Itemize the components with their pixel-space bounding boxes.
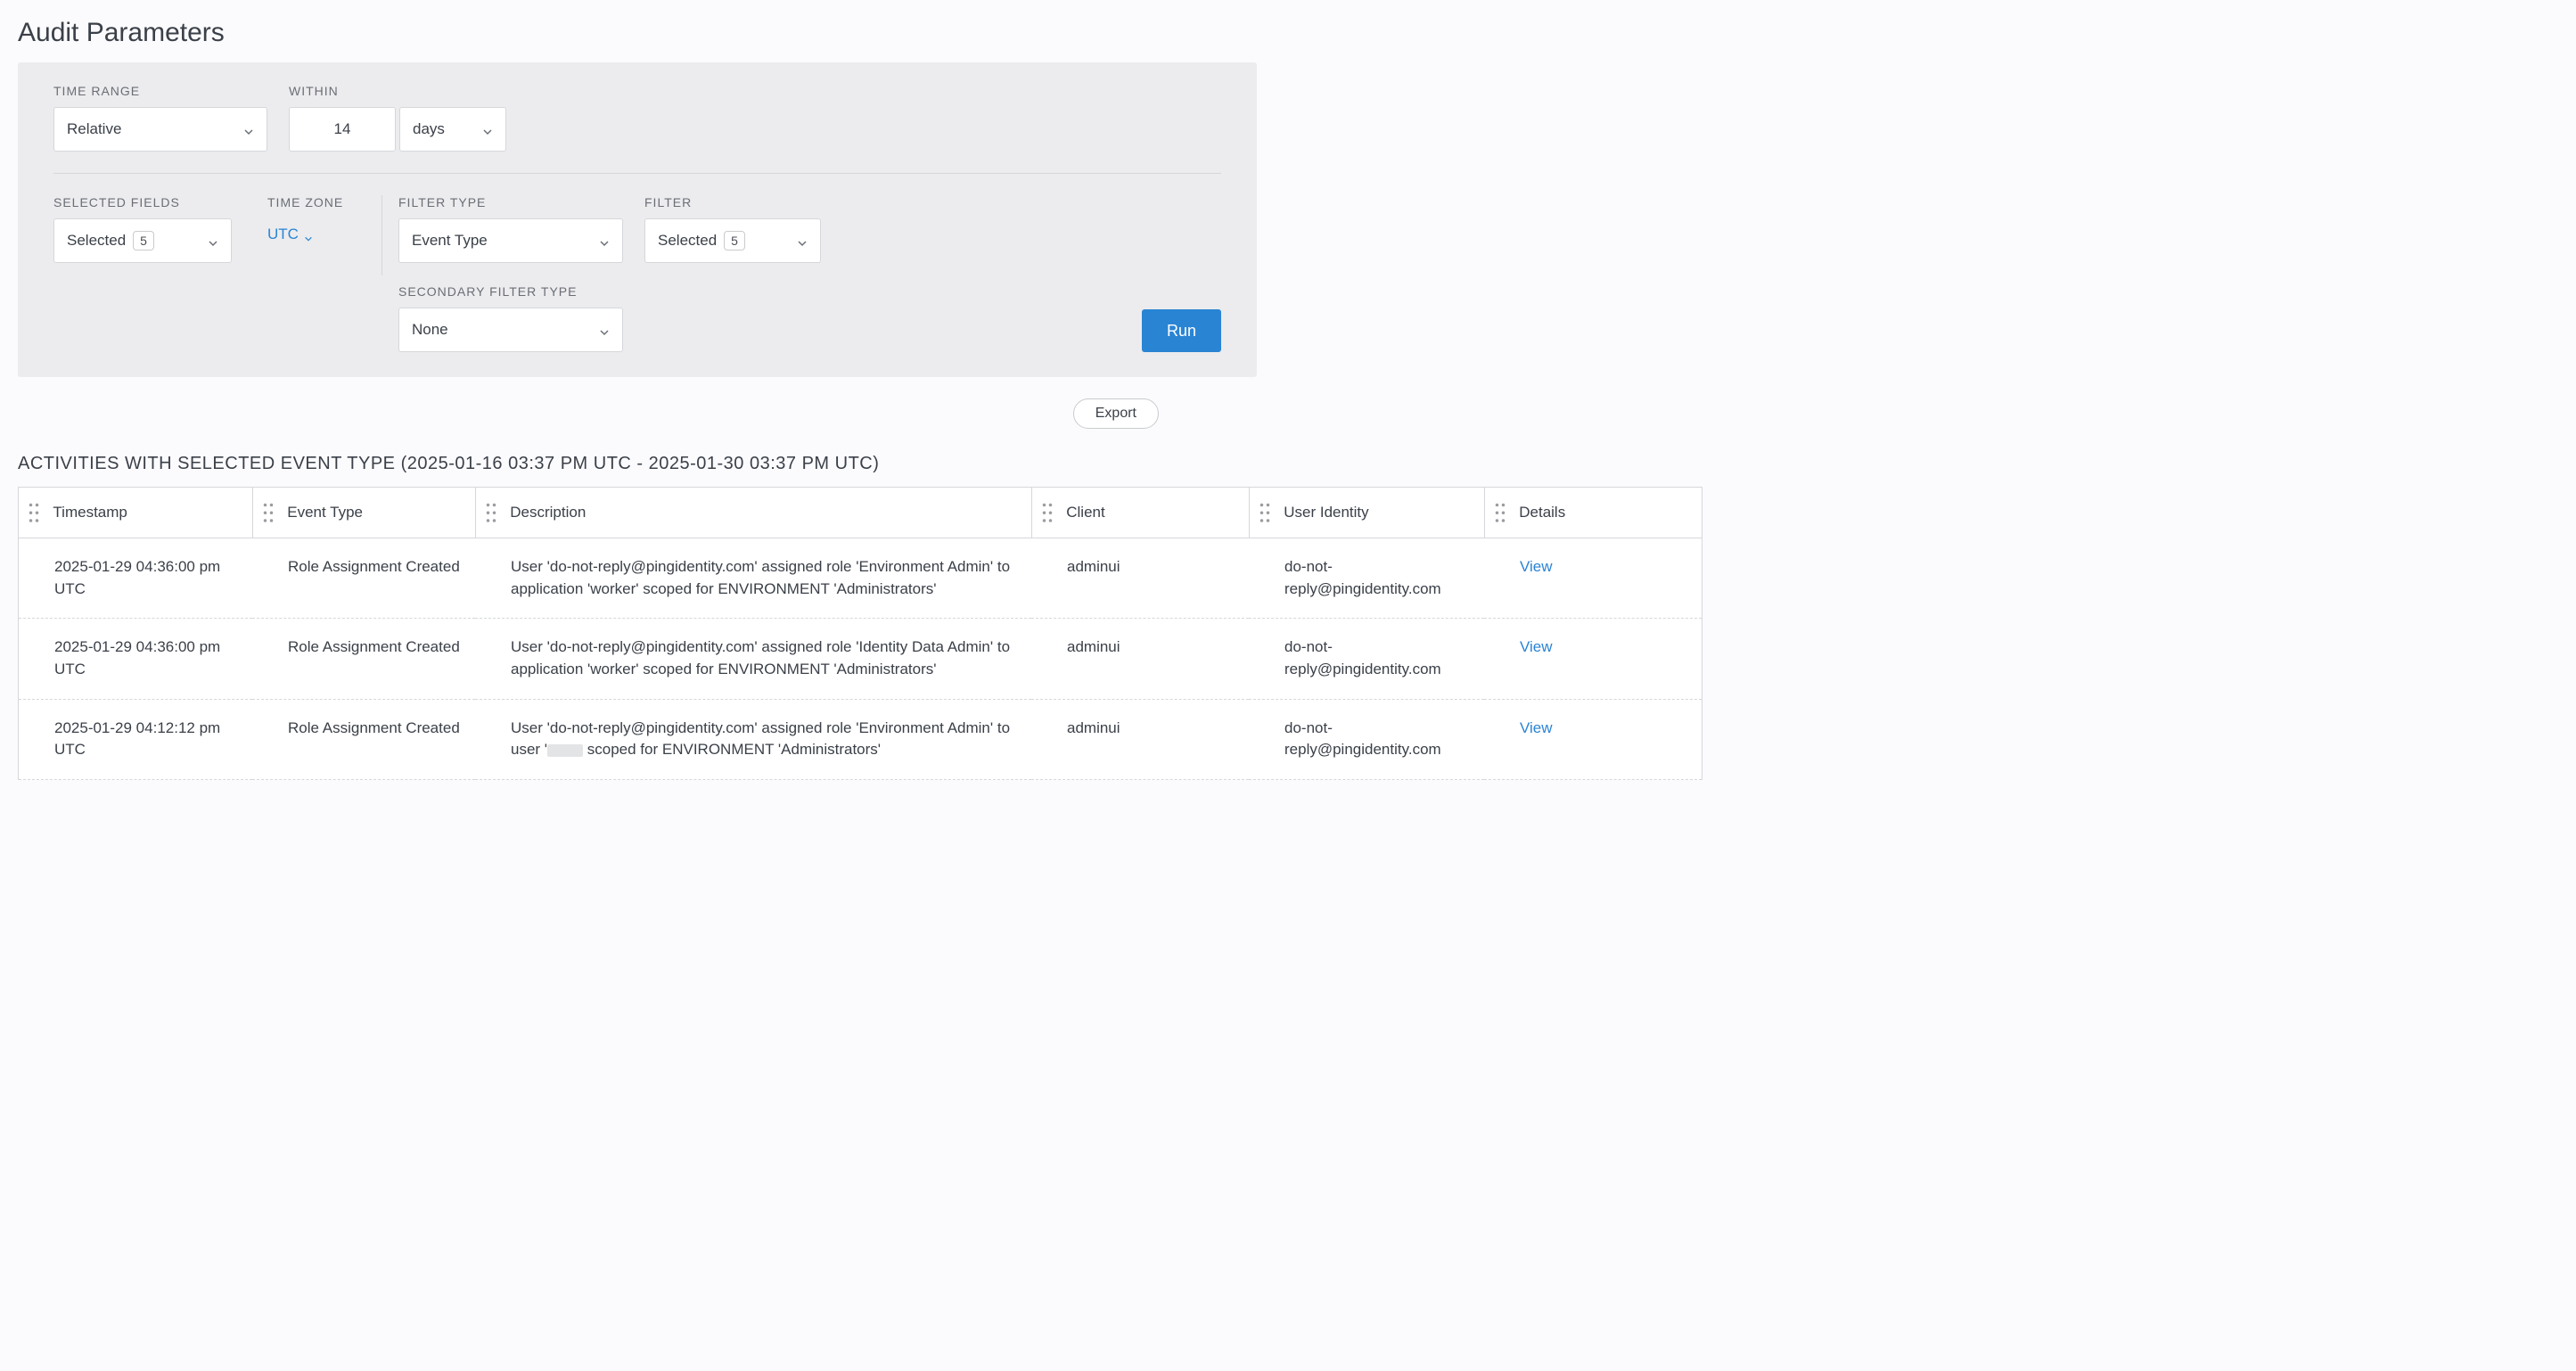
- drag-handle-icon[interactable]: [262, 505, 275, 521]
- time-zone-select[interactable]: UTC: [267, 218, 365, 243]
- column-header-user-identity[interactable]: User Identity: [1249, 488, 1484, 538]
- cell-timestamp: 2025-01-29 04:36:00 pm UTC: [19, 538, 252, 619]
- filter-type-value: Event Type: [412, 232, 488, 250]
- filter-value: Selected: [658, 232, 717, 250]
- view-link[interactable]: View: [1520, 719, 1553, 736]
- redacted-text: [547, 744, 583, 757]
- chevron-down-icon: [482, 124, 493, 135]
- cell-description: User 'do-not-reply@pingidentity.com' ass…: [475, 538, 1031, 619]
- drag-handle-icon[interactable]: [1041, 505, 1054, 521]
- cell-details: View: [1484, 699, 1702, 779]
- chevron-down-icon: [599, 324, 610, 335]
- filter-count-badge: 5: [724, 231, 745, 250]
- selected-fields-count-badge: 5: [133, 231, 154, 250]
- view-link[interactable]: View: [1520, 558, 1553, 575]
- secondary-filter-type-value: None: [412, 321, 448, 339]
- time-zone-label: TIME ZONE: [267, 195, 365, 209]
- secondary-filter-type-select[interactable]: None: [398, 308, 623, 352]
- column-label: Description: [510, 504, 586, 521]
- cell-client: adminui: [1031, 699, 1249, 779]
- view-link[interactable]: View: [1520, 638, 1553, 655]
- column-label: Event Type: [287, 504, 363, 521]
- drag-handle-icon[interactable]: [28, 505, 40, 521]
- chevron-down-icon: [797, 235, 808, 246]
- vertical-divider: [381, 195, 382, 275]
- cell-description: User 'do-not-reply@pingidentity.com' ass…: [475, 699, 1031, 779]
- drag-handle-icon[interactable]: [1494, 505, 1506, 521]
- time-range-value: Relative: [67, 120, 121, 138]
- table-header-row: Timestamp Event Type Description Client: [19, 488, 1702, 538]
- drag-handle-icon[interactable]: [485, 505, 497, 521]
- chevron-down-icon: [304, 230, 313, 239]
- within-value-field[interactable]: [302, 119, 382, 139]
- cell-event-type: Role Assignment Created: [252, 699, 475, 779]
- within-value-input[interactable]: [289, 107, 396, 152]
- time-range-select[interactable]: Relative: [53, 107, 267, 152]
- run-button[interactable]: Run: [1142, 309, 1221, 352]
- chevron-down-icon: [243, 124, 254, 135]
- activities-table: Timestamp Event Type Description Client: [18, 487, 1702, 780]
- column-header-details[interactable]: Details: [1484, 488, 1702, 538]
- selected-fields-label: SELECTED FIELDS: [53, 195, 232, 209]
- column-label: Client: [1066, 504, 1104, 521]
- cell-user-identity: do-not-reply@pingidentity.com: [1249, 619, 1484, 699]
- page-title: Audit Parameters: [18, 18, 2558, 48]
- cell-user-identity: do-not-reply@pingidentity.com: [1249, 699, 1484, 779]
- filter-select[interactable]: Selected 5: [644, 218, 821, 263]
- secondary-filter-type-label: SECONDARY FILTER TYPE: [398, 284, 623, 299]
- table-row: 2025-01-29 04:36:00 pm UTCRole Assignmen…: [19, 619, 1702, 699]
- time-range-label: TIME RANGE: [53, 84, 267, 98]
- filter-type-label: FILTER TYPE: [398, 195, 623, 209]
- cell-event-type: Role Assignment Created: [252, 619, 475, 699]
- audit-parameters-panel: TIME RANGE Relative WITHIN days: [18, 62, 1257, 377]
- within-unit-value: days: [413, 120, 445, 138]
- table-row: 2025-01-29 04:12:12 pm UTCRole Assignmen…: [19, 699, 1702, 779]
- selected-fields-select[interactable]: Selected 5: [53, 218, 232, 263]
- cell-timestamp: 2025-01-29 04:36:00 pm UTC: [19, 619, 252, 699]
- column-label: Details: [1519, 504, 1565, 521]
- drag-handle-icon[interactable]: [1259, 505, 1271, 521]
- cell-event-type: Role Assignment Created: [252, 538, 475, 619]
- column-label: User Identity: [1284, 504, 1368, 521]
- column-header-description[interactable]: Description: [475, 488, 1031, 538]
- selected-fields-value: Selected: [67, 232, 126, 250]
- activities-heading: ACTIVITIES WITH SELECTED EVENT TYPE (202…: [18, 454, 2558, 474]
- cell-description: User 'do-not-reply@pingidentity.com' ass…: [475, 619, 1031, 699]
- filter-type-select[interactable]: Event Type: [398, 218, 623, 263]
- cell-timestamp: 2025-01-29 04:12:12 pm UTC: [19, 699, 252, 779]
- filter-label: FILTER: [644, 195, 821, 209]
- column-header-event-type[interactable]: Event Type: [252, 488, 475, 538]
- within-unit-select[interactable]: days: [399, 107, 506, 152]
- cell-user-identity: do-not-reply@pingidentity.com: [1249, 538, 1484, 619]
- within-label: WITHIN: [289, 84, 506, 98]
- export-button[interactable]: Export: [1073, 398, 1159, 429]
- table-row: 2025-01-29 04:36:00 pm UTCRole Assignmen…: [19, 538, 1702, 619]
- column-label: Timestamp: [53, 504, 127, 521]
- column-header-timestamp[interactable]: Timestamp: [19, 488, 252, 538]
- column-header-client[interactable]: Client: [1031, 488, 1249, 538]
- chevron-down-icon: [599, 235, 610, 246]
- cell-client: adminui: [1031, 619, 1249, 699]
- chevron-down-icon: [208, 235, 218, 246]
- cell-details: View: [1484, 619, 1702, 699]
- divider: [53, 173, 1221, 174]
- time-zone-value: UTC: [267, 226, 299, 243]
- cell-details: View: [1484, 538, 1702, 619]
- cell-client: adminui: [1031, 538, 1249, 619]
